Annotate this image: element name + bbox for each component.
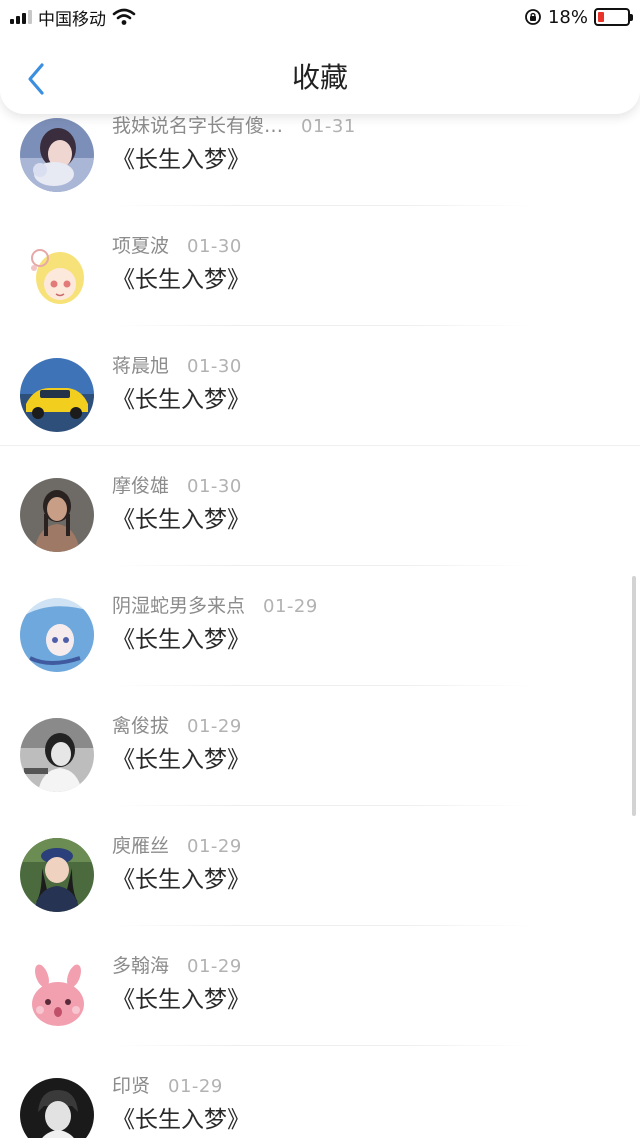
avatar[interactable] — [20, 358, 94, 432]
list-item[interactable]: 多翰海 01-29 《长生入梦》 — [0, 926, 640, 1046]
list-item[interactable]: 蒋晨旭 01-30 《长生入梦》 — [0, 326, 640, 446]
avatar[interactable] — [20, 238, 94, 312]
avatar[interactable] — [20, 598, 94, 672]
avatar-pink-bunny-icon — [20, 958, 94, 1032]
list-item[interactable]: 印贤 01-29 《长生入梦》 — [0, 1046, 640, 1138]
book-title[interactable]: 《长生入梦》 — [112, 260, 250, 294]
user-name[interactable]: 多翰海 — [112, 951, 169, 978]
user-name[interactable]: 印贤 — [112, 1071, 150, 1098]
user-name[interactable]: 项夏波 — [112, 231, 169, 258]
favorite-date: 01-30 — [187, 476, 242, 497]
avatar-cartoon-blonde-icon — [20, 238, 94, 312]
avatar[interactable] — [20, 718, 94, 792]
favorite-date: 01-29 — [168, 1076, 223, 1097]
rotation-lock-icon — [525, 9, 541, 25]
book-title[interactable]: 《长生入梦》 — [112, 500, 250, 534]
book-title[interactable]: 《长生入梦》 — [112, 860, 250, 894]
book-title[interactable]: 《长生入梦》 — [112, 1100, 250, 1134]
avatar[interactable] — [20, 118, 94, 192]
list-item[interactable]: 阴湿蛇男多来点 01-29 《长生入梦》 — [0, 566, 640, 686]
favorite-date: 01-29 — [263, 596, 318, 617]
user-name[interactable]: 我妹说名字长有傻… — [112, 111, 283, 138]
avatar[interactable] — [20, 1078, 94, 1138]
favorite-date: 01-30 — [187, 356, 242, 377]
book-title[interactable]: 《长生入梦》 — [112, 980, 250, 1014]
favorite-date: 01-31 — [301, 116, 356, 137]
user-name[interactable]: 蒋晨旭 — [112, 351, 169, 378]
scrollbar[interactable] — [632, 576, 636, 816]
favorites-list[interactable]: 我妹说名字长有傻… 01-31 《长生入梦》 项夏波 01-30 《长生入梦》 … — [0, 0, 640, 1138]
avatar[interactable] — [20, 478, 94, 552]
book-title[interactable]: 《长生入梦》 — [112, 140, 250, 174]
favorite-date: 01-29 — [187, 836, 242, 857]
battery-percent: 18% — [547, 6, 588, 28]
wifi-icon — [112, 8, 136, 25]
list-item[interactable]: 摩俊雄 01-30 《长生入梦》 — [0, 446, 640, 566]
avatar-girl-braids-icon — [20, 478, 94, 552]
book-title[interactable]: 《长生入梦》 — [112, 380, 250, 414]
user-name[interactable]: 禽俊拔 — [112, 711, 169, 738]
page-title: 收藏 — [291, 61, 348, 94]
favorite-date: 01-30 — [187, 236, 242, 257]
avatar-yellow-car-icon — [20, 358, 94, 432]
carrier-name: 中国移动 — [38, 9, 106, 30]
list-item[interactable]: 庾雁丝 01-29 《长生入梦》 — [0, 806, 640, 926]
avatar[interactable] — [20, 958, 94, 1032]
signal-icon — [10, 10, 32, 24]
avatar[interactable] — [20, 838, 94, 912]
avatar-girl-bw-icon — [20, 718, 94, 792]
book-title[interactable]: 《长生入梦》 — [112, 740, 250, 774]
avatar-girl-beret-icon — [20, 838, 94, 912]
status-bar: 中国移动 18% — [0, 0, 640, 34]
battery-icon — [594, 8, 633, 26]
list-item[interactable]: 项夏波 01-30 《长生入梦》 — [0, 206, 640, 326]
favorite-date: 01-29 — [187, 716, 242, 737]
book-title[interactable]: 《长生入梦》 — [112, 620, 250, 654]
favorites-page: 我妹说名字长有傻… 01-31 《长生入梦》 项夏波 01-30 《长生入梦》 … — [0, 0, 640, 1138]
user-name[interactable]: 庾雁丝 — [112, 831, 169, 858]
user-name[interactable]: 摩俊雄 — [112, 471, 169, 498]
avatar-boy-bw-icon — [20, 1078, 94, 1138]
avatar-girl-blue-icon — [20, 118, 94, 192]
avatar-anime-blue-icon — [20, 598, 94, 672]
user-name[interactable]: 阴湿蛇男多来点 — [112, 591, 245, 618]
favorite-date: 01-29 — [187, 956, 242, 977]
list-item[interactable]: 禽俊拔 01-29 《长生入梦》 — [0, 686, 640, 806]
